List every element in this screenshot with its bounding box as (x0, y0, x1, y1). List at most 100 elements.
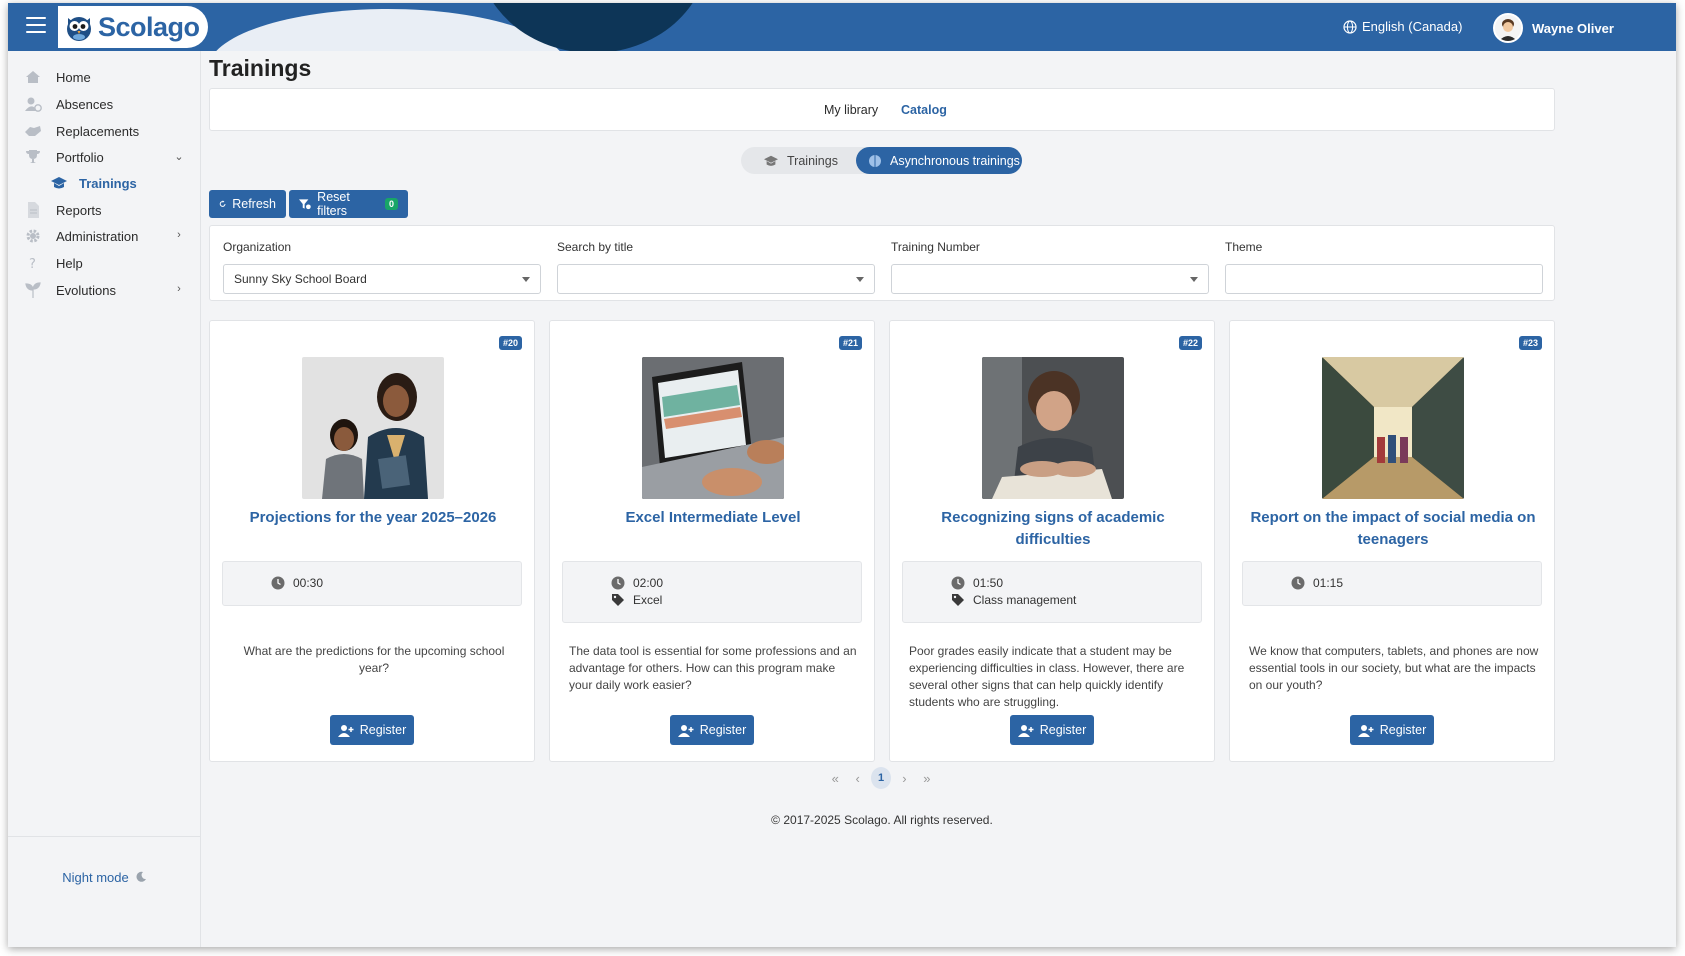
svg-text:?: ? (29, 257, 36, 272)
theme-row: Class management (951, 593, 1076, 607)
tab-my-library[interactable]: My library (824, 103, 878, 117)
refresh-icon (219, 200, 226, 207)
training-image (982, 357, 1124, 499)
duration-row: 01:50 (951, 576, 1003, 590)
first-page-icon[interactable]: « (826, 766, 844, 790)
training-meta: 00:30 (222, 561, 522, 606)
training-number-badge: #22 (1178, 336, 1202, 350)
register-label: Register (359, 723, 407, 737)
last-page-icon[interactable]: » (918, 766, 936, 790)
sidebar-item-label: Replacements (56, 123, 140, 139)
language-label: English (Canada) (1362, 19, 1463, 34)
toggle-asynchronous-trainings[interactable]: Asynchronous trainings (856, 147, 1022, 174)
duration-value: 02:00 (633, 576, 664, 590)
caret-down-icon (522, 277, 530, 282)
sidebar-item-replacements[interactable]: Replacements (8, 119, 201, 143)
user-menu[interactable]: Wayne Oliver (1493, 13, 1614, 43)
sidebar-item-portfolio[interactable]: Portfolio ⌄ (8, 145, 201, 169)
training-description: We know that computers, tablets, and pho… (1249, 644, 1539, 692)
page-title: Trainings (209, 55, 312, 81)
owl-logo-icon (67, 17, 91, 41)
brand-name: Scolago (98, 11, 200, 42)
filter-reset-icon (299, 199, 311, 210)
register-button[interactable]: Register (1350, 715, 1434, 745)
filter-label: Theme (1225, 240, 1263, 254)
training-title[interactable]: Projections for the year 2025–2026 (226, 507, 520, 529)
training-type-toggle: Trainings Asynchronous trainings (741, 147, 1022, 174)
globe-icon (1343, 19, 1357, 34)
filter-count-badge: 0 (384, 198, 398, 210)
tag-icon (612, 594, 624, 606)
training-title[interactable]: Excel Intermediate Level (566, 507, 860, 529)
organization-value: Sunny Sky School Board (234, 272, 367, 286)
next-page-icon[interactable]: › (895, 766, 913, 790)
training-description: What are the predictions for the upcomin… (243, 644, 505, 675)
training-card: #21 Excel Intermediate Level 02:00 Excel… (549, 320, 875, 762)
sidebar-item-label: Trainings (79, 175, 137, 191)
sidebar-item-absences[interactable]: Absences (8, 92, 201, 116)
page-number-current[interactable]: 1 (870, 767, 892, 789)
user-clock-icon (25, 97, 42, 112)
caret-down-icon (856, 277, 864, 282)
sidebar-item-evolutions[interactable]: Evolutions › (8, 278, 201, 302)
duration-value: 01:50 (973, 576, 1004, 590)
sidebar-item-label: Help (56, 255, 83, 271)
logo-area: Scolago (8, 3, 208, 51)
theme-input[interactable] (1225, 264, 1543, 294)
duration-row: 02:00 (611, 576, 663, 590)
register-button[interactable]: Register (670, 715, 754, 745)
register-button[interactable]: Register (1010, 715, 1094, 745)
brand-logo[interactable]: Scolago (58, 6, 208, 48)
tab-catalog[interactable]: Catalog (901, 103, 947, 117)
sidebar-item-label: Home (56, 69, 91, 85)
sidebar-item-administration[interactable]: Administration › (8, 224, 201, 248)
filter-panel: Organization Sunny Sky School Board Sear… (209, 225, 1555, 301)
filter-label: Organization (223, 240, 292, 254)
tag-icon (952, 594, 964, 606)
home-icon (26, 71, 40, 83)
pagination: « ‹ 1 › » (826, 766, 936, 790)
training-description: Poor grades easily indicate that a stude… (909, 644, 1185, 709)
organization-select[interactable]: Sunny Sky School Board (223, 264, 541, 294)
theme-row: Excel (611, 593, 662, 607)
clock-icon (271, 576, 285, 590)
handshake-icon (25, 126, 41, 136)
title-search-select[interactable] (557, 264, 875, 294)
user-name: Wayne Oliver (1532, 20, 1614, 36)
user-plus-icon (677, 724, 694, 737)
reset-filters-label: Reset filters (317, 190, 350, 218)
app-window: Scolago English (Canada) Wayne Oliver Ho… (8, 3, 1676, 947)
user-plus-icon (1017, 724, 1034, 737)
library-tabs: My library Catalog (209, 88, 1555, 131)
sidebar-item-help[interactable]: ? Help (8, 251, 201, 275)
language-selector[interactable]: English (Canada) (1343, 19, 1462, 34)
duration-row: 00:30 (271, 576, 323, 590)
top-bar: Scolago English (Canada) Wayne Oliver (8, 3, 1676, 51)
previous-page-icon[interactable]: ‹ (848, 766, 866, 790)
training-title[interactable]: Report on the impact of social media on … (1246, 507, 1540, 551)
sidebar-item-trainings[interactable]: Trainings (8, 171, 201, 195)
chevron-right-icon: › (177, 283, 181, 295)
brain-icon (869, 154, 881, 167)
sidebar-item-reports[interactable]: Reports (8, 198, 201, 222)
refresh-button[interactable]: Refresh (209, 190, 286, 218)
toggle-trainings[interactable]: Trainings (763, 147, 838, 174)
reset-filters-button[interactable]: Reset filters 0 (289, 190, 408, 218)
training-number-badge: #20 (498, 336, 522, 350)
training-description: The data tool is essential for some prof… (569, 644, 857, 692)
sidebar-item-home[interactable]: Home (8, 65, 201, 89)
night-mode-toggle[interactable]: Night mode (8, 836, 201, 885)
training-number-select[interactable] (891, 264, 1209, 294)
sidebar-item-label: Absences (56, 96, 114, 112)
menu-toggle-icon[interactable] (26, 17, 46, 35)
document-icon (28, 202, 39, 218)
register-label: Register (699, 723, 747, 737)
training-number-badge: #23 (1518, 336, 1542, 350)
user-plus-icon (337, 724, 354, 737)
register-button[interactable]: Register (330, 715, 414, 745)
training-title[interactable]: Recognizing signs of academic difficulti… (906, 507, 1200, 551)
training-image (302, 357, 444, 499)
avatar (1493, 13, 1523, 43)
filter-label: Search by title (557, 240, 634, 254)
duration-row: 01:15 (1291, 576, 1343, 590)
